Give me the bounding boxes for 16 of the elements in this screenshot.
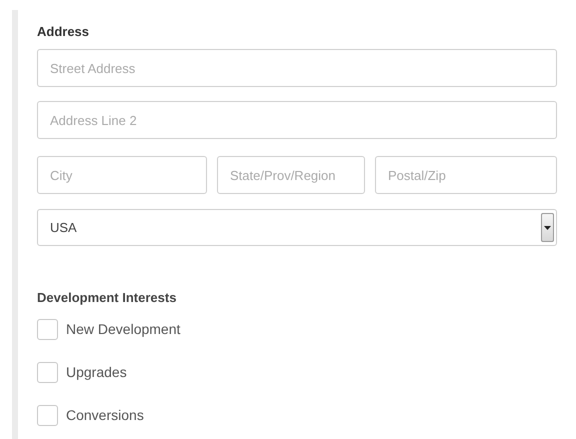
input-field[interactable]: Postal/Zip — [375, 156, 557, 194]
checkbox-label: Conversions — [66, 406, 144, 425]
checkbox[interactable] — [37, 405, 58, 426]
select-value: USA — [50, 218, 77, 237]
checkbox-label: Upgrades — [66, 363, 127, 382]
section-heading: Address — [37, 24, 90, 40]
input-field[interactable]: Address Line 2 — [37, 101, 557, 139]
country-select[interactable]: USA — [37, 209, 557, 246]
caret-icon — [541, 213, 554, 242]
input-field[interactable]: Street Address — [37, 49, 557, 87]
input-field[interactable]: City — [37, 156, 207, 194]
input-field[interactable]: State/Prov/Region — [217, 156, 365, 194]
checkbox-label: New Development — [66, 320, 180, 339]
checkbox[interactable] — [37, 362, 58, 383]
checkbox[interactable] — [37, 319, 58, 340]
section-heading: Development Interests — [37, 290, 178, 306]
